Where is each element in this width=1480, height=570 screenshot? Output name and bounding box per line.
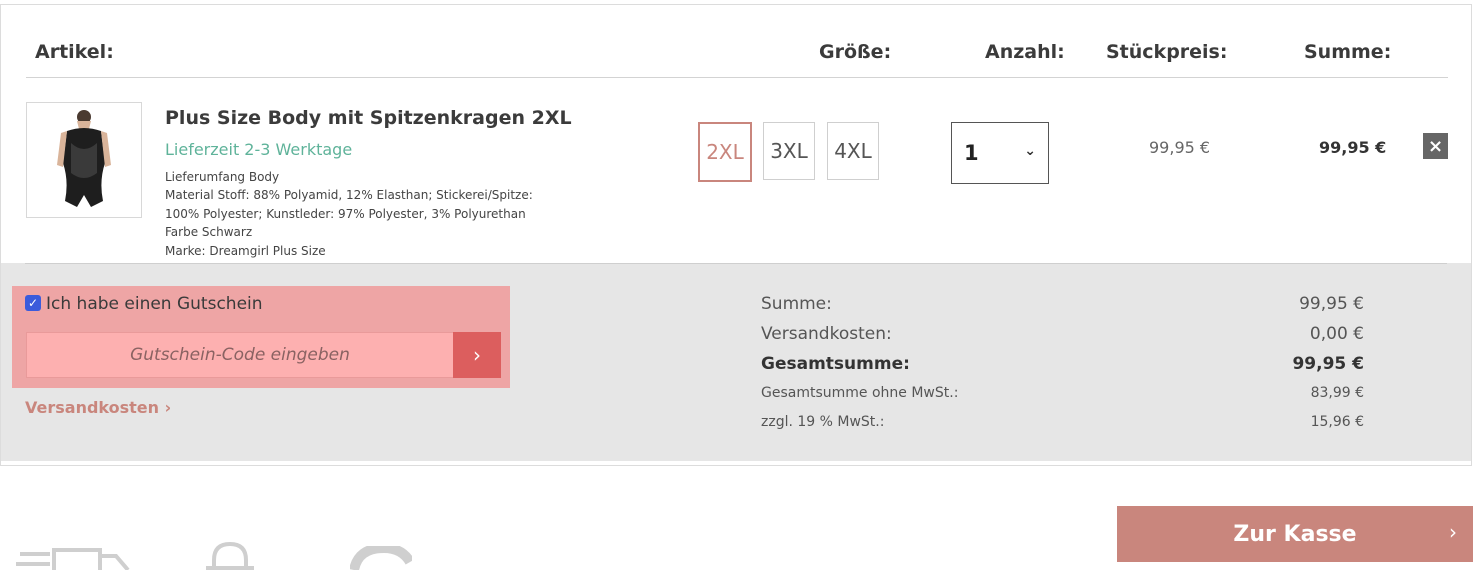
product-title[interactable]: Plus Size Body mit Spitzenkragen 2XL [165, 107, 572, 129]
header-size: Größe: [819, 41, 892, 63]
row-total: 99,95 € [1319, 138, 1387, 157]
chevron-down-icon: ⌄ [1024, 143, 1036, 159]
size-option-3xl[interactable]: 3XL [763, 122, 815, 180]
coupon-checkbox[interactable]: ✓ [25, 295, 41, 311]
net-total-value: 83,99 € [1310, 385, 1364, 401]
detail-line: Marke: Dreamgirl Plus Size [165, 243, 326, 258]
remove-item-button[interactable]: × [1423, 133, 1448, 159]
detail-line: Lieferumfang Body [165, 170, 280, 184]
checkout-label: Zur Kasse [1233, 521, 1357, 547]
header-unit-price: Stückpreis: [1106, 41, 1228, 63]
chevron-right-icon: › [1449, 520, 1457, 544]
grand-total-value: 99,95 € [1292, 354, 1364, 374]
unit-price: 99,95 € [1149, 138, 1211, 157]
coupon-code-input[interactable] [26, 332, 454, 378]
product-details: Lieferumfang Body Material Stoff: 88% Po… [165, 168, 565, 260]
subtotal-label: Summe: [761, 294, 832, 314]
detail-line: Material Stoff: 88% Polyamid, 12% Elasth… [165, 188, 533, 203]
vat-value: 15,96 € [1310, 414, 1364, 430]
summary-divider [25, 263, 1447, 264]
coupon-checkbox-label[interactable]: Ich habe einen Gutschein [46, 294, 263, 314]
lock-icon [206, 541, 254, 570]
checkout-button[interactable]: Zur Kasse › [1117, 506, 1473, 562]
header-divider [26, 77, 1448, 78]
close-icon: × [1427, 135, 1444, 157]
refresh-icon [350, 546, 412, 570]
quantity-value: 1 [964, 141, 979, 165]
detail-line: Farbe Schwarz [165, 225, 253, 240]
net-total-label: Gesamtsumme ohne MwSt.: [761, 385, 959, 401]
subtotal-value: 99,95 € [1299, 294, 1364, 314]
coupon-submit-button[interactable]: › [453, 332, 501, 378]
shipping-costs-link[interactable]: Versandkosten › [25, 398, 171, 417]
header-quantity: Anzahl: [985, 41, 1065, 63]
header-article: Artikel: [35, 41, 114, 63]
vat-label: zzgl. 19 % MwSt.: [761, 414, 885, 430]
chevron-right-icon: › [473, 343, 481, 367]
header-total: Summe: [1304, 41, 1392, 63]
detail-line: 100% Polyester; Kunstleder: 97% Polyeste… [165, 206, 526, 221]
quantity-select[interactable]: 1 ⌄ [951, 122, 1049, 184]
shipping-label: Versandkosten: [761, 324, 892, 344]
grand-total-label: Gesamtsumme: [761, 354, 910, 374]
size-option-2xl[interactable]: 2XL [698, 122, 752, 182]
truck-icon [16, 548, 130, 570]
shipping-value: 0,00 € [1309, 324, 1364, 344]
delivery-time: Lieferzeit 2-3 Werktage [165, 140, 353, 159]
product-photo-icon [27, 103, 141, 217]
size-option-4xl[interactable]: 4XL [827, 122, 879, 180]
product-image[interactable] [26, 102, 142, 218]
